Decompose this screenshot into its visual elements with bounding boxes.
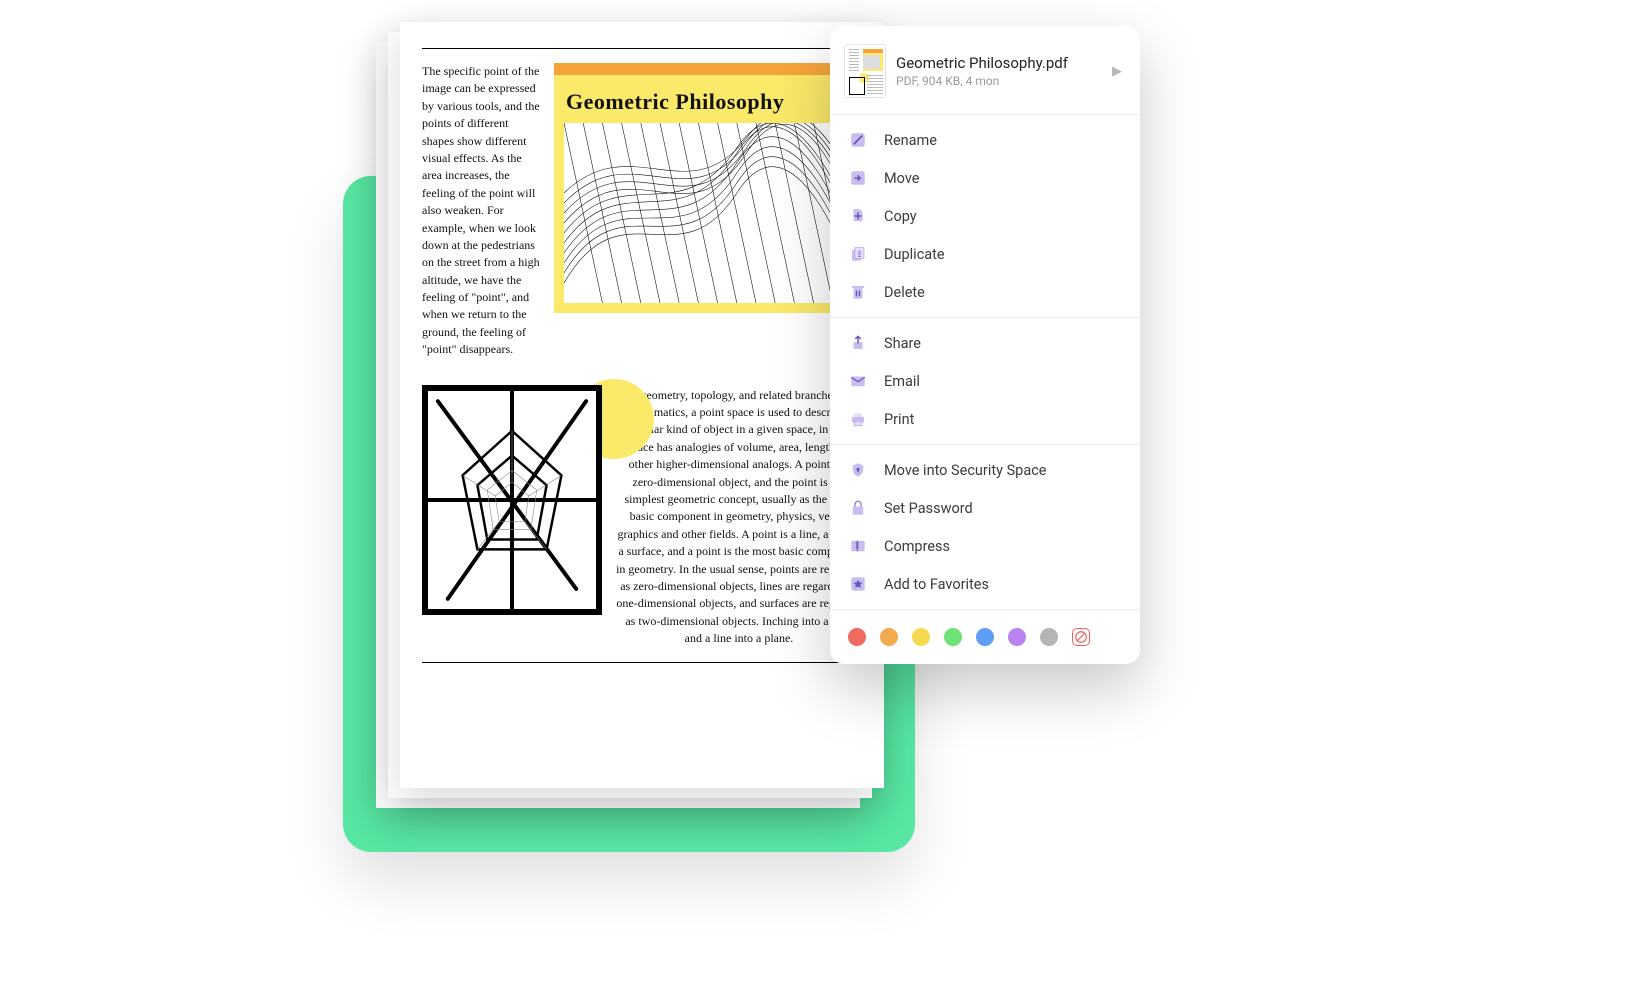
menu-item-favorite[interactable]: Add to Favorites — [830, 565, 1140, 603]
menu-item-rename[interactable]: Rename — [830, 121, 1140, 159]
chevron-right-icon: ▶ — [1108, 64, 1126, 79]
hero-image — [564, 123, 852, 303]
tag-yellow[interactable] — [912, 628, 930, 646]
tag-green[interactable] — [944, 628, 962, 646]
separator — [830, 609, 1140, 610]
file-header[interactable]: Geometric Philosophy.pdf PDF, 904 KB, 4 … — [830, 34, 1140, 108]
menu-label: Move into Security Space — [884, 462, 1046, 479]
menu-label: Email — [884, 373, 920, 390]
email-icon — [848, 371, 868, 391]
menu-item-email[interactable]: Email — [830, 362, 1140, 400]
menu-item-compress[interactable]: Compress — [830, 527, 1140, 565]
rename-icon — [848, 130, 868, 150]
menu-item-delete[interactable]: Delete — [830, 273, 1140, 311]
lock-icon — [848, 498, 868, 518]
tag-gray[interactable] — [1040, 628, 1058, 646]
menu-item-share[interactable]: Share — [830, 324, 1140, 362]
menu-label: Share — [884, 335, 921, 352]
compress-icon — [848, 536, 868, 556]
menu-label: Compress — [884, 538, 950, 555]
duplicate-icon — [848, 244, 868, 264]
tag-purple[interactable] — [1008, 628, 1026, 646]
color-tag-row — [830, 616, 1140, 650]
file-name: Geometric Philosophy.pdf — [896, 54, 1098, 72]
separator — [830, 317, 1140, 318]
shield-icon — [848, 460, 868, 480]
tag-red[interactable] — [848, 628, 866, 646]
left-column-text: The specific point of the image can be e… — [422, 63, 540, 359]
file-meta: PDF, 904 KB, 4 mon — [896, 74, 1098, 88]
secondary-image — [422, 385, 602, 615]
share-icon — [848, 333, 868, 353]
menu-label: Delete — [884, 284, 925, 301]
print-icon — [848, 409, 868, 429]
tag-none[interactable] — [1072, 628, 1090, 646]
menu-label: Duplicate — [884, 246, 945, 263]
tag-orange[interactable] — [880, 628, 898, 646]
orange-bar — [554, 63, 862, 75]
menu-item-print[interactable]: Print — [830, 400, 1140, 438]
menu-item-set-password[interactable]: Set Password — [830, 489, 1140, 527]
menu-label: Add to Favorites — [884, 576, 989, 593]
star-icon — [848, 574, 868, 594]
context-menu: Geometric Philosophy.pdf PDF, 904 KB, 4 … — [830, 26, 1140, 664]
copy-icon — [848, 206, 868, 226]
menu-label: Move — [884, 170, 919, 187]
menu-item-security-space[interactable]: Move into Security Space — [830, 451, 1140, 489]
separator — [830, 444, 1140, 445]
menu-label: Copy — [884, 208, 917, 225]
hero-block: Geometric Philosophy — [554, 63, 862, 359]
menu-item-duplicate[interactable]: Duplicate — [830, 235, 1140, 273]
menu-label: Set Password — [884, 500, 973, 517]
menu-label: Rename — [884, 132, 937, 149]
page-front: The specific point of the image can be e… — [400, 22, 884, 788]
move-icon — [848, 168, 868, 188]
rule-bottom — [422, 662, 862, 663]
delete-icon — [848, 282, 868, 302]
separator — [830, 114, 1140, 115]
tag-blue[interactable] — [976, 628, 994, 646]
menu-item-move[interactable]: Move — [830, 159, 1140, 197]
file-thumbnail — [844, 44, 886, 98]
document-title: Geometric Philosophy — [566, 89, 852, 115]
menu-label: Print — [884, 411, 914, 428]
rule-top — [422, 48, 862, 49]
menu-item-copy[interactable]: Copy — [830, 197, 1140, 235]
